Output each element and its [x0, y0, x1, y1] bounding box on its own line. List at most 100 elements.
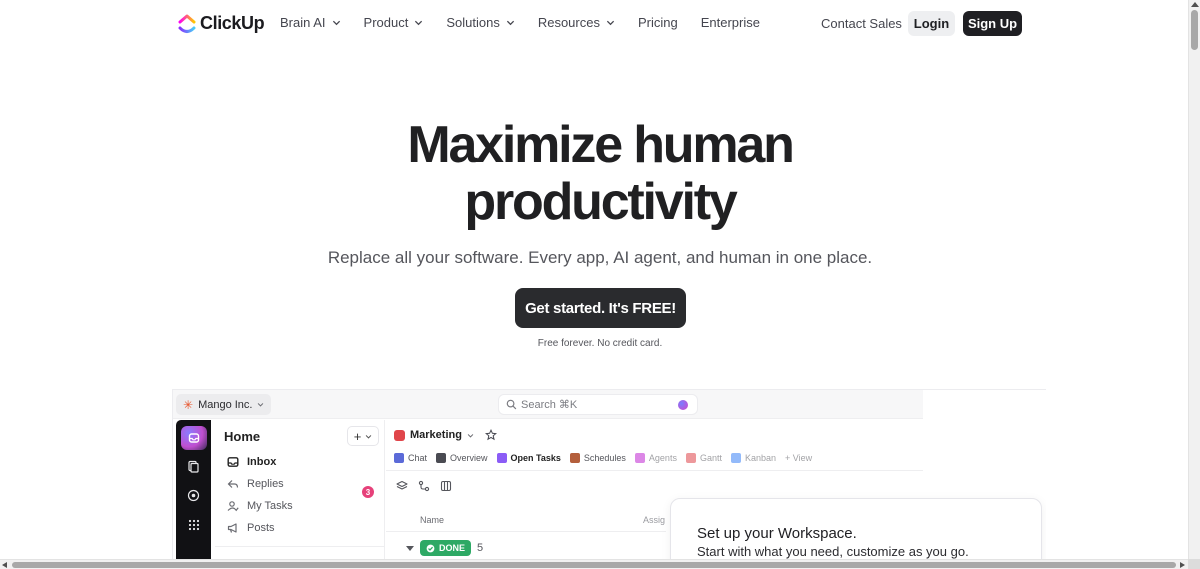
- chevron-down-icon: [506, 20, 514, 26]
- tab-schedules[interactable]: Schedules: [569, 453, 626, 463]
- sidebar-item-posts[interactable]: Posts: [227, 522, 275, 534]
- collapse-caret-icon: [406, 545, 414, 551]
- workspace-name: Mango Inc.: [198, 398, 253, 411]
- docs-icon: [188, 460, 199, 473]
- workspace-logo-icon: ✳: [183, 397, 194, 412]
- chevron-down-icon: [332, 20, 340, 26]
- nav-enterprise[interactable]: Enterprise: [701, 15, 760, 30]
- home-icon: [188, 433, 200, 443]
- clickup-logo-icon: [178, 14, 196, 33]
- tab-label: Chat: [408, 453, 428, 463]
- tab-label: Schedules: [583, 453, 626, 463]
- nav-label: Brain AI: [280, 15, 326, 30]
- list-header[interactable]: Marketing: [394, 429, 497, 441]
- tab-label: + View: [785, 453, 813, 463]
- scroll-left-arrow-icon[interactable]: [2, 562, 7, 568]
- sidebar-add-button[interactable]: +: [347, 426, 379, 446]
- star-icon[interactable]: [484, 429, 497, 441]
- nav-brain-ai[interactable]: Brain AI: [280, 15, 341, 30]
- home-rail-icon[interactable]: [181, 426, 207, 450]
- chevron-down-icon: [366, 434, 372, 439]
- signup-button[interactable]: Sign Up: [963, 11, 1022, 36]
- logo-text: ClickUp: [200, 13, 265, 33]
- subtasks-icon[interactable]: [418, 480, 430, 492]
- clickup-logo[interactable]: ClickUp: [178, 13, 265, 34]
- add-view-button[interactable]: + View: [785, 453, 812, 463]
- status-label: DONE: [439, 543, 466, 553]
- agent-icon: [634, 453, 645, 463]
- kanban-icon: [730, 453, 741, 463]
- workspace-switcher[interactable]: ✳ Mango Inc.: [176, 394, 272, 415]
- column-header-name: Name: [420, 515, 445, 525]
- sidebar-item-inbox[interactable]: Inbox: [227, 456, 276, 468]
- nav-label: Pricing: [637, 15, 678, 30]
- tabs-divider: [386, 470, 923, 471]
- list-view-icon: [496, 453, 507, 463]
- horizontal-scrollbar[interactable]: [0, 559, 1188, 569]
- nav-label: Enterprise: [700, 15, 760, 30]
- scroll-up-arrow-icon[interactable]: [1191, 2, 1199, 7]
- sidebar-item-label: Posts: [247, 522, 275, 534]
- search-placeholder: Search ⌘K: [521, 399, 578, 411]
- app-search[interactable]: Search ⌘K: [498, 394, 698, 415]
- tab-label: Gantt: [699, 453, 722, 463]
- vertical-scroll-thumb[interactable]: [1191, 10, 1198, 50]
- top-navbar: ClickUp Brain AI Product Solutions Resou…: [0, 0, 1188, 48]
- column-header-assignee: Assig: [643, 515, 666, 525]
- tab-kanban[interactable]: Kanban: [730, 453, 776, 463]
- sidebar-item-label: My Tasks: [247, 500, 293, 512]
- ai-brain-icon[interactable]: [678, 400, 688, 410]
- chevron-down-icon: [467, 433, 474, 438]
- nav-solutions[interactable]: Solutions: [446, 15, 514, 30]
- inbox-count-badge: 3: [362, 486, 374, 498]
- sidebar-title: Home: [224, 429, 261, 444]
- tab-label: Agents: [648, 453, 677, 463]
- user-check-icon: [227, 501, 239, 512]
- app-icon-rail: [176, 420, 211, 569]
- horizontal-scroll-thumb[interactable]: [12, 562, 1176, 568]
- docs-rail-icon[interactable]: [185, 458, 202, 475]
- overview-icon: [436, 453, 447, 463]
- tab-label: Open Tasks: [510, 453, 561, 463]
- gantt-icon: [685, 453, 696, 463]
- sidebar-item-label: Replies: [247, 478, 284, 490]
- hero-title-line1: Maximize human: [407, 116, 795, 174]
- brain-rail-icon[interactable]: [185, 487, 202, 504]
- calendar-icon: [569, 453, 580, 463]
- megaphone-icon: [227, 523, 237, 533]
- apps-rail-icon[interactable]: [185, 516, 202, 533]
- ai-sparkle-icon: [187, 489, 200, 502]
- tab-agents[interactable]: Agents: [634, 453, 677, 463]
- hero-subtitle: Replace all your software. Every app, AI…: [327, 248, 873, 267]
- column-divider: [386, 531, 666, 532]
- sidebar-item-my-tasks[interactable]: My Tasks: [227, 500, 293, 512]
- hero-title-line2: productivity: [464, 173, 737, 231]
- tab-gantt[interactable]: Gantt: [685, 453, 722, 463]
- nav-label: Resources: [537, 15, 600, 30]
- vertical-scrollbar[interactable]: [1188, 0, 1200, 569]
- nav-resources[interactable]: Resources: [538, 15, 615, 30]
- get-started-button[interactable]: Get started. It's FREE!: [515, 288, 686, 328]
- list-name: Marketing: [410, 429, 462, 441]
- app-preview: ✳ Mango Inc. Search ⌘K Home + Inbox 3 Re…: [172, 389, 1046, 569]
- list-color-icon: [394, 429, 405, 441]
- layers-icon[interactable]: [396, 480, 408, 492]
- tab-overview[interactable]: Overview: [436, 453, 488, 463]
- view-tabs: Chat Overview Open Tasks Schedules Agent…: [394, 453, 812, 463]
- sidebar-divider: [215, 546, 385, 547]
- tab-open-tasks[interactable]: Open Tasks: [496, 453, 561, 463]
- columns-icon[interactable]: [440, 480, 452, 492]
- status-group-done[interactable]: DONE 5: [406, 540, 483, 556]
- tab-label: Overview: [450, 453, 488, 463]
- sidebar-item-replies[interactable]: Replies: [227, 478, 284, 490]
- tab-chat[interactable]: Chat: [394, 453, 427, 463]
- scroll-right-arrow-icon[interactable]: [1180, 562, 1185, 568]
- chat-icon: [394, 453, 404, 463]
- nav-pricing[interactable]: Pricing: [638, 15, 678, 30]
- card-subtitle: Start with what you need, customize as y…: [697, 544, 969, 559]
- contact-sales-link[interactable]: Contact Sales: [821, 16, 902, 31]
- nav-product[interactable]: Product: [364, 15, 424, 30]
- login-button[interactable]: Login: [908, 11, 955, 36]
- reply-icon: [227, 480, 239, 488]
- card-title: Set up your Workspace.: [697, 525, 857, 542]
